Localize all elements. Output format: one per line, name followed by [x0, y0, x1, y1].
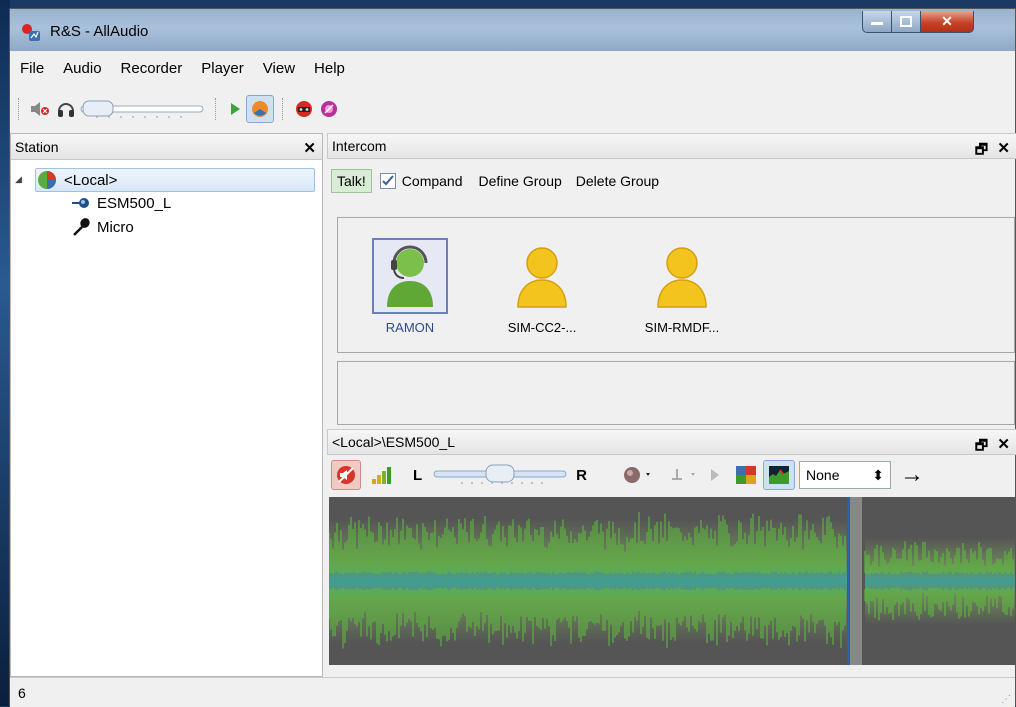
define-group-button[interactable]: Define Group	[479, 173, 562, 189]
station-panel: Station ✕ ◢ <Local> ESM500_L Micro	[10, 133, 323, 677]
tree-item-micro[interactable]: Micro	[71, 216, 134, 238]
undock-icon[interactable]: 🗗	[975, 139, 988, 163]
delete-group-button[interactable]: Delete Group	[576, 173, 659, 189]
app-window: R&S - AllAudio ✕ File Audio Recorder Pla…	[9, 8, 1016, 707]
toolbar-grip	[18, 98, 21, 120]
balance-slider[interactable]	[432, 463, 568, 488]
volume-slider[interactable]	[79, 99, 207, 119]
filter-select-value: None	[806, 467, 840, 483]
participants-area: RAMON SIM-CC2-... SIM-RMDF...	[337, 217, 1015, 353]
record-mode-dropdown[interactable]	[621, 465, 655, 485]
play-icon[interactable]	[224, 102, 246, 116]
close-panel-icon[interactable]: ✕	[997, 435, 1010, 453]
tree-item-label: ESM500_L	[97, 194, 172, 212]
menu-player[interactable]: Player	[191, 60, 253, 77]
participant-name: SIM-CC2-...	[507, 320, 577, 335]
toolbar-separator	[282, 98, 285, 120]
menu-recorder[interactable]: Recorder	[111, 60, 192, 77]
participant-name: SIM-RMDF...	[644, 320, 720, 335]
balance-right-label: R	[576, 466, 588, 484]
playhead-cursor[interactable]	[847, 497, 850, 665]
close-icon: ✕	[941, 13, 953, 29]
signal-level-icon[interactable]	[367, 465, 397, 485]
maximize-button[interactable]	[891, 11, 921, 33]
player-toolbar: L R None ⬍ →	[327, 457, 1016, 493]
user-icon	[657, 247, 707, 308]
group-area	[337, 361, 1015, 425]
participant-name: RAMON	[385, 320, 435, 335]
menu-audio[interactable]: Audio	[53, 60, 110, 77]
participant-tile[interactable]: RAMON	[370, 238, 450, 335]
undock-icon[interactable]: 🗗	[975, 435, 988, 459]
checkmark-icon	[382, 175, 394, 186]
minimize-icon	[871, 21, 883, 25]
participant-selection-frame	[372, 238, 448, 314]
station-panel-title: Station	[15, 138, 59, 155]
user-icon	[517, 247, 567, 308]
intercom-toolbar: Talk! Compand Define Group Delete Group	[331, 167, 659, 195]
title-bar[interactable]: R&S - AllAudio ✕	[10, 9, 1015, 51]
window-title: R&S - AllAudio	[50, 23, 149, 40]
participant-tile[interactable]: SIM-CC2-...	[502, 238, 582, 335]
intercom-mode-icon[interactable]	[246, 95, 274, 123]
forward-icon[interactable]	[705, 468, 725, 482]
status-bar: 6 ⋰	[10, 677, 1015, 707]
tree-expander[interactable]: ◢	[15, 168, 35, 190]
player-panel-header: <Local>\ESM500_L 🗗 ✕	[327, 429, 1016, 455]
compand-checkbox[interactable]	[379, 173, 396, 189]
minimize-button[interactable]	[862, 11, 892, 33]
close-button[interactable]: ✕	[920, 11, 974, 33]
headphones-icon[interactable]	[53, 100, 79, 118]
status-text: 6	[18, 684, 26, 701]
tree-item-label: <Local>	[64, 171, 118, 189]
filter-select[interactable]: None ⬍	[799, 461, 892, 489]
menu-file[interactable]: File	[10, 60, 53, 77]
tree-item-local[interactable]: <Local>	[35, 168, 315, 192]
menu-bar: File Audio Recorder Player View Help	[10, 51, 1015, 85]
menu-view[interactable]: View	[253, 60, 304, 77]
expand-triangle-icon: ◢	[15, 173, 22, 184]
resize-grip-icon[interactable]: ⋰	[1001, 694, 1011, 705]
waterfall-view-button[interactable]	[763, 460, 796, 490]
arrow-right-icon[interactable]: →	[899, 461, 925, 489]
spectrum-icon[interactable]	[733, 465, 759, 485]
mute-output-button[interactable]	[331, 460, 361, 490]
player-panel: <Local>\ESM500_L 🗗 ✕ L R None ⬍ →	[327, 429, 1016, 677]
waveform-display[interactable]	[329, 497, 1015, 665]
receiver-icon	[72, 198, 89, 208]
talk-button[interactable]: Talk!	[331, 169, 372, 193]
close-panel-icon[interactable]: ✕	[997, 139, 1010, 157]
menu-help[interactable]: Help	[304, 60, 354, 77]
microphone-icon	[73, 218, 90, 236]
compand-label: Compand	[401, 173, 463, 189]
waveform-canvas	[329, 497, 1015, 665]
player-panel-title: <Local>\ESM500_L	[332, 434, 455, 450]
buffer-divider	[850, 497, 862, 665]
balance-left-label: L	[413, 466, 423, 484]
spin-arrows-icon: ⬍	[872, 466, 885, 483]
toolbar-separator	[215, 98, 218, 120]
main-toolbar	[10, 89, 1015, 129]
app-logo-icon	[22, 24, 40, 41]
waterfall-icon	[769, 466, 790, 484]
maximize-icon	[900, 16, 912, 27]
tree-item-esm500[interactable]: ESM500_L	[71, 192, 171, 214]
participant-tile[interactable]: SIM-RMDF...	[642, 238, 722, 335]
participant-frame	[504, 238, 580, 314]
participant-frame	[644, 238, 720, 314]
intercom-panel-title: Intercom	[332, 138, 387, 154]
recorder-status-icon[interactable]	[317, 99, 341, 119]
mute-speaker-icon[interactable]	[27, 100, 53, 118]
intercom-panel-header: Intercom 🗗 ✕	[327, 133, 1016, 159]
operator-headset-icon	[387, 245, 433, 307]
close-panel-icon[interactable]: ✕	[303, 139, 316, 157]
no-speaker-icon	[337, 466, 355, 484]
tree-item-label: Micro	[97, 218, 134, 236]
marker-dropdown-icon[interactable]	[667, 465, 705, 485]
station-icon	[38, 171, 56, 189]
waveform-band-right	[865, 537, 1015, 625]
record-icon[interactable]	[291, 99, 317, 119]
station-panel-header: Station ✕	[11, 134, 322, 160]
intercom-panel: Intercom 🗗 ✕ Talk! Compand Define Group …	[327, 133, 1016, 425]
